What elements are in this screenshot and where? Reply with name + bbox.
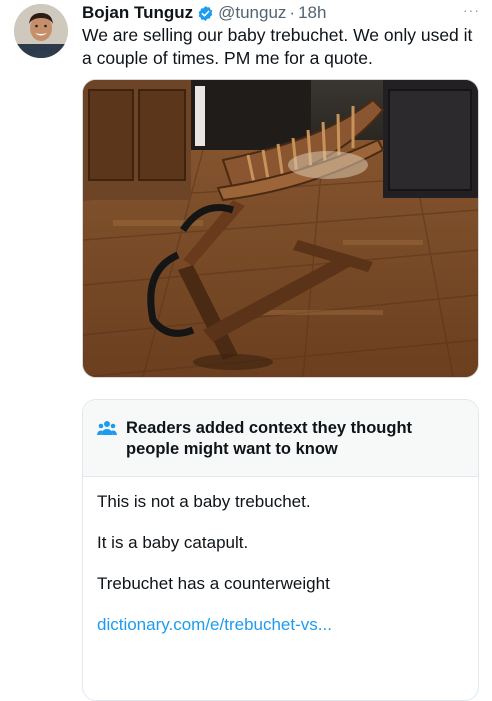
community-note-header: Readers added context they thought peopl… [83, 400, 478, 477]
header-separator: · [289, 3, 296, 22]
tweet-timestamp[interactable]: 18h [298, 3, 326, 23]
more-options-icon[interactable]: ··· [463, 2, 480, 18]
tweet-photo[interactable] [82, 79, 479, 378]
source-link[interactable]: dictionary.com/e/trebuchet-vs... [97, 614, 464, 636]
tweet[interactable]: Bojan Tunguz @tunguz · 18h ··· We are se… [0, 0, 492, 701]
note-line: This is not a baby trebuchet. [97, 492, 311, 511]
community-note-title: Readers added context they thought peopl… [126, 419, 413, 458]
author-name[interactable]: Bojan Tunguz [82, 3, 193, 23]
note-line: Trebuchet has a counterweight [97, 574, 330, 593]
tweet-text: We are selling our baby trebuchet. We on… [82, 25, 473, 68]
author-avatar[interactable] [14, 4, 68, 58]
note-line: It is a baby catapult. [97, 533, 249, 552]
community-note-body: This is not a baby trebuchet. It is a ba… [83, 477, 478, 636]
author-handle[interactable]: @tunguz [218, 3, 286, 23]
verified-badge-icon [197, 5, 214, 22]
people-icon [97, 420, 117, 436]
community-note[interactable]: Readers added context they thought peopl… [82, 399, 479, 701]
tweet-header: Bojan Tunguz @tunguz · 18h [82, 2, 326, 24]
